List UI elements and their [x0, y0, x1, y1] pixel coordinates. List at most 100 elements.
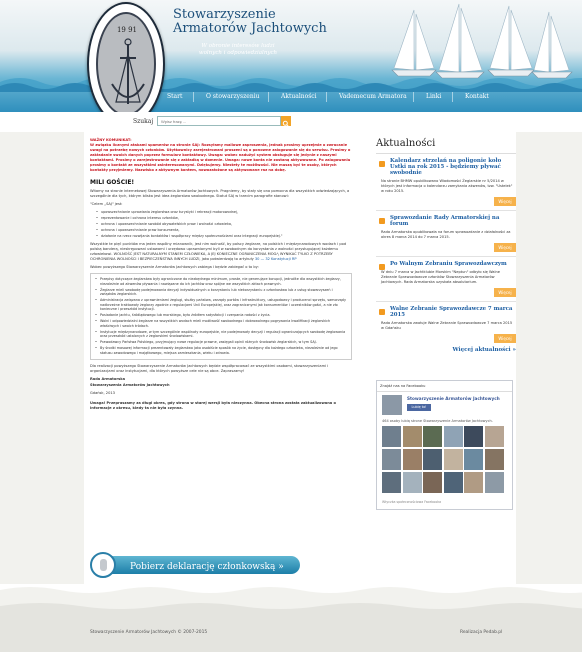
site-tagline: W obronie interesów ludzi wolnych i odpo…: [188, 43, 288, 57]
logo-year: 19 91: [116, 26, 138, 34]
nav-item-links[interactable]: Linki: [426, 93, 441, 100]
welcome-heading: MILI GOŚCIE!: [90, 179, 135, 186]
avatar[interactable]: [464, 426, 484, 447]
nav-separator: [326, 92, 327, 102]
nav-item-start[interactable]: Start: [167, 93, 182, 100]
avatar[interactable]: [464, 449, 484, 470]
news-more-button[interactable]: Więcej: [494, 334, 516, 343]
news-more-button[interactable]: Więcej: [494, 197, 516, 206]
news-heading: Aktualności: [376, 132, 516, 154]
all-news-link[interactable]: Więcej aktualności »: [376, 347, 516, 353]
news-more-button[interactable]: Więcej: [494, 288, 516, 297]
avatar[interactable]: [423, 449, 443, 470]
goal-intro: "Celem „SAJ" jest:: [90, 202, 123, 206]
facebook-like-button[interactable]: Lubię to!: [407, 404, 431, 411]
footer-waves-decoration: [0, 584, 582, 614]
site-logo[interactable]: 19 91: [87, 2, 165, 112]
nav-item-about[interactable]: O stowarzyszeniu: [206, 93, 260, 100]
board-name: Rada Armatorska: [90, 377, 126, 382]
avatar[interactable]: [443, 449, 463, 470]
list-item: Prawodawcy Państwa Polskiego, przyjmując…: [95, 340, 347, 345]
search-icon: [282, 120, 290, 128]
tagline-line1: W obronie interesów ludzi: [201, 43, 275, 49]
rss-icon: [379, 264, 385, 270]
news-item: Po Walnym Zebraniu Sprawozdawczym W dniu…: [376, 257, 516, 302]
avatar[interactable]: [443, 426, 463, 447]
freedom-text: Wszystkie te pięć punktów ma jeden wspól…: [90, 242, 347, 262]
nav-separator: [413, 92, 414, 102]
download-declaration-button[interactable]: Pobierz deklarację członkowską »: [90, 552, 300, 578]
avatar[interactable]: [382, 426, 401, 447]
credit-link[interactable]: Realizacja Pedab.pl: [460, 630, 502, 635]
aims-box: Przepisy dotyczące żeglarstwa były ogran…: [90, 273, 352, 361]
download-label: Pobierz deklarację członkowską »: [130, 562, 284, 572]
avatar[interactable]: [423, 472, 443, 493]
avatar[interactable]: [443, 472, 463, 493]
news-item: Sprawozdanie Rady Armatorskiej na forum …: [376, 211, 516, 257]
main-content: WAŻNY KOMUNIKAT: W związku licznymi atak…: [84, 132, 516, 584]
list-item: Wolni i odpowiedzialni żeglarze na wszys…: [95, 319, 347, 328]
search-bar: Szukaj: [0, 112, 582, 132]
nav-separator: [193, 92, 194, 102]
news-text: Rada Armatorska zwołuje Walne Zebranie S…: [381, 321, 513, 330]
list-item: Posiadanie jachtu, śródlądowego lub mors…: [95, 313, 347, 318]
site-title: Stowarzyszenie Armatorów Jachtowych: [173, 8, 333, 36]
rss-icon: [379, 309, 385, 315]
news-text: Rada Armatorska opublikowała na forum sp…: [381, 230, 511, 239]
nav-item-vademecum[interactable]: Vademecum Armatora: [339, 93, 407, 100]
search-input[interactable]: [157, 116, 281, 126]
notice-text: W związku licznymi atakami spamerów na s…: [90, 143, 351, 172]
rss-icon: [379, 218, 385, 224]
article-column: WAŻNY KOMUNIKAT: W związku licznymi atak…: [90, 138, 352, 414]
document-icon: [90, 552, 116, 578]
search-label: Szukaj: [133, 118, 154, 125]
news-title-link[interactable]: Walne Zebranie Sprawozdawcze 7 marca 201…: [390, 306, 516, 318]
avatar[interactable]: [484, 426, 504, 447]
nav-item-contact[interactable]: Kontakt: [465, 93, 489, 100]
search-button[interactable]: [281, 116, 291, 128]
warning-text: Uwaga! Przepraszamy za długi okres, gdy …: [90, 401, 336, 411]
list-item: ochrona i upowszechnianie swobód obywate…: [96, 222, 352, 227]
place-date: Gdańsk, 2013: [90, 391, 115, 396]
constitution-link[interactable]: 30 — 32 Konstytucji RP: [255, 257, 297, 261]
nav-item-news[interactable]: Aktualności: [281, 93, 317, 100]
download-pill[interactable]: Pobierz deklarację członkowską »: [98, 556, 300, 574]
facebook-page-name[interactable]: Stowarzyszenie Armatorów Jachtowych: [407, 396, 500, 401]
news-more-button[interactable]: Więcej: [494, 243, 516, 252]
list-item: By środki masowej informacji prezentował…: [95, 346, 347, 355]
news-text: Na stronie BHMW opublikowano Wiadomości …: [381, 179, 513, 193]
news-item: Kalendarz strzelań na poligonie koło Ust…: [376, 154, 516, 211]
intro-paragraph: Witamy na stronie internetowej Stowarzys…: [90, 189, 350, 198]
nav-separator: [268, 92, 269, 102]
main-nav: Start O stowarzyszeniu Aktualności Vadem…: [0, 90, 582, 106]
avatar[interactable]: [402, 426, 422, 447]
list-item: reprezentowanie i ochrona interesu człon…: [96, 216, 352, 221]
facebook-like-count: 464 osoby lubią strone Stowarzyszenie Ar…: [382, 419, 493, 423]
avatar[interactable]: [484, 472, 504, 493]
tagline-line2: wolnych i odpowiedzialnych: [198, 50, 278, 56]
freedom-paragraph: Wszystkie te pięć punktów ma jeden wspól…: [90, 242, 352, 262]
facebook-page-avatar[interactable]: [382, 395, 402, 415]
avatar[interactable]: [423, 426, 443, 447]
goals-list: upowszechnianie uprawiania żeglarstwa or…: [96, 210, 352, 238]
news-title-link[interactable]: Sprawozdanie Rady Armatorskiej na forum: [390, 215, 516, 227]
avatar[interactable]: [484, 449, 504, 470]
list-item: upowszechnianie uprawiania żeglarstwa or…: [96, 210, 352, 215]
avatar[interactable]: [382, 449, 401, 470]
news-title-link[interactable]: Po Walnym Zebraniu Sprawozdawczym: [390, 261, 516, 267]
rss-icon: [379, 161, 385, 167]
news-text: W dniu 7 marca w Jachtklubie Morskim "Ne…: [381, 270, 500, 284]
avatar[interactable]: [464, 472, 484, 493]
list-item: działanie na rzecz rozwijania kontaktów …: [96, 234, 352, 239]
aims-intro: Wobec powyższego Stowarzyszenie Armatoró…: [90, 265, 259, 270]
avatar[interactable]: [402, 472, 422, 493]
facebook-plugin-label: Wtyczka społecznościowa Facebooka: [382, 500, 442, 504]
facebook-heading: Znajdź nas na Facebooku: [377, 381, 512, 392]
avatar[interactable]: [382, 472, 401, 493]
site-header: 19 91 Stowarzyszenie Armatorów Jachtowyc…: [0, 0, 582, 112]
avatar[interactable]: [402, 449, 422, 470]
news-title-link[interactable]: Kalendarz strzelań na poligonie koło Ust…: [390, 158, 516, 176]
nav-separator: [452, 92, 453, 102]
cooperation-paragraph: Dla realizacji powyższego Stowarzyszenie…: [90, 364, 329, 374]
site-footer: Stowarzyszenie Armatorów Jachtowych © 20…: [0, 614, 582, 652]
